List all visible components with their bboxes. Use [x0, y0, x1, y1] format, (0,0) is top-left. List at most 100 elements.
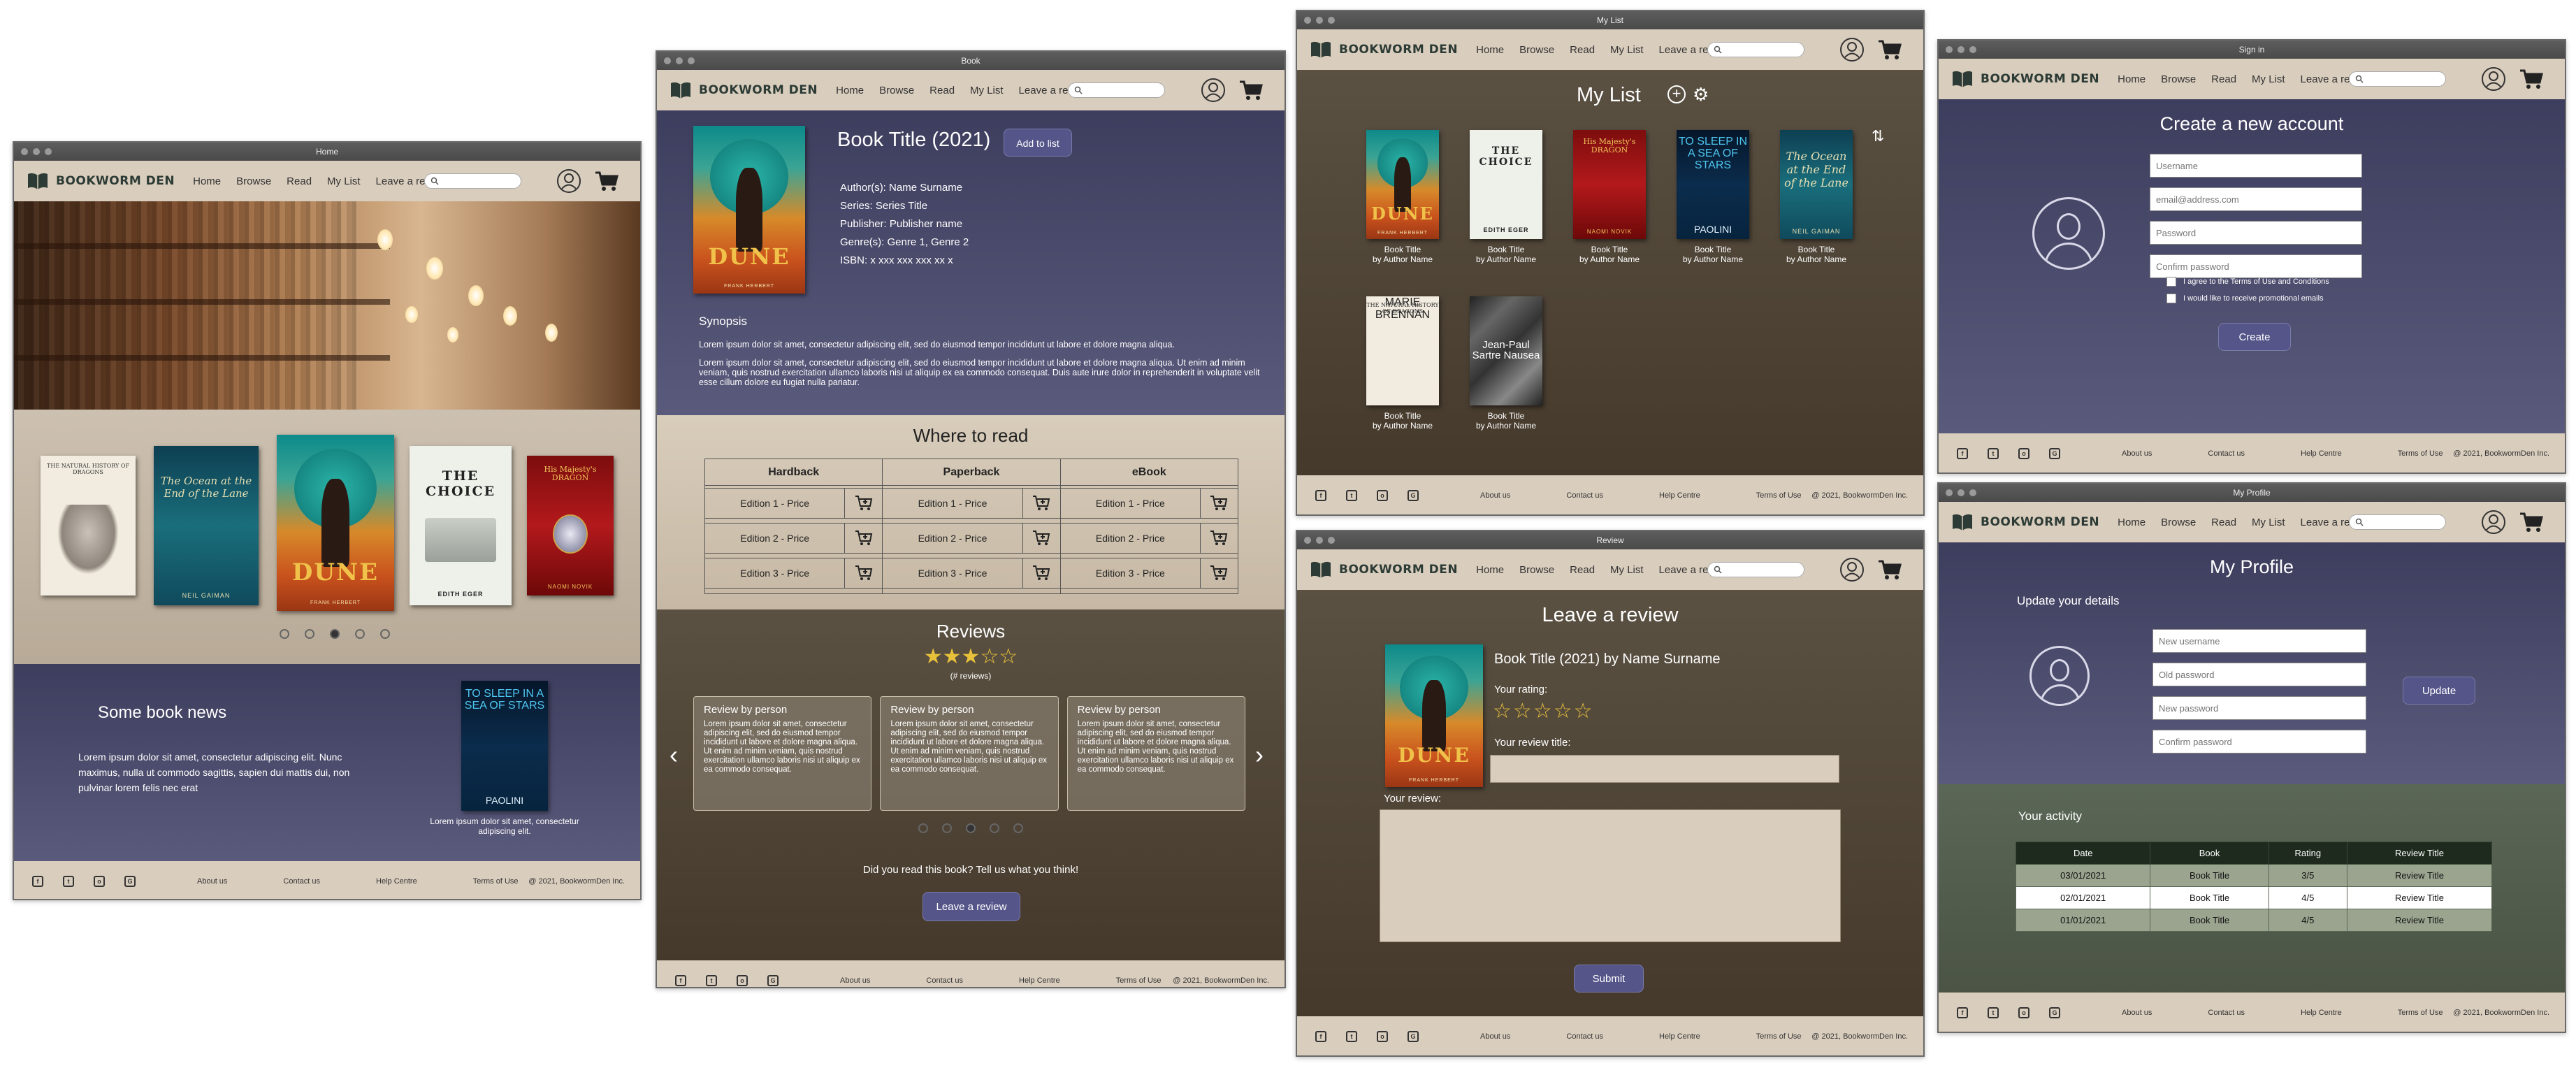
search-input[interactable]	[1707, 42, 1804, 57]
submit-button[interactable]: Submit	[1574, 965, 1644, 993]
mylist-item[interactable]: The Ocean at the End of the Lane NEIL GAI…	[1778, 130, 1855, 264]
cart-icon[interactable]	[1239, 80, 1264, 101]
footer-link-help-centre[interactable]: Help Centre	[2301, 449, 2342, 458]
cart-icon[interactable]	[2519, 512, 2544, 533]
nav-link-browse[interactable]: Browse	[1519, 44, 1554, 56]
carousel-book-4[interactable]: THE CHOICE EDITH EGER	[410, 446, 512, 605]
nav-link-my-list[interactable]: My List	[970, 85, 1004, 96]
table-row[interactable]: 03/01/2021 Book Title 3/5 Review Title	[2015, 864, 2493, 887]
add-to-cart-icon[interactable]	[1199, 524, 1238, 553]
facebook-icon[interactable]: f	[1315, 490, 1326, 501]
footer-link-help-centre[interactable]: Help Centre	[1659, 1032, 1700, 1041]
facebook-icon[interactable]: f	[675, 975, 686, 986]
edition-price[interactable]: Edition 2 - Price	[1061, 524, 1200, 553]
account-icon[interactable]	[556, 168, 581, 194]
instagram-icon[interactable]: o	[2018, 1007, 2029, 1018]
nav-link-my-list[interactable]: My List	[2252, 73, 2285, 85]
add-to-list-button[interactable]: Add to list	[1004, 129, 1072, 157]
footer-link-terms-of-use[interactable]: Terms of Use	[1116, 976, 1162, 985]
google-plus-icon[interactable]: G	[2049, 1007, 2060, 1018]
brand-logo[interactable]: BOOKWORM DEN	[27, 172, 175, 190]
footer-link-about-us[interactable]: About us	[2122, 1009, 2152, 1017]
mylist-item[interactable]: THE CHOICE EDITH EGER Book Title by Author …	[1468, 130, 1544, 264]
nav-link-home[interactable]: Home	[1476, 564, 1504, 576]
footer-link-contact-us[interactable]: Contact us	[926, 976, 963, 985]
review-card[interactable]: Review by person Lorem ipsum dolor sit am…	[880, 696, 1059, 811]
carousel-dot[interactable]	[966, 823, 976, 833]
cart-icon[interactable]	[595, 171, 619, 192]
edition-price[interactable]: Edition 1 - Price	[883, 489, 1022, 518]
footer-link-about-us[interactable]: About us	[197, 877, 227, 886]
footer-link-terms-of-use[interactable]: Terms of Use	[1756, 491, 1802, 500]
reviews-prev-arrow[interactable]: ‹	[670, 741, 683, 769]
nav-link-my-list[interactable]: My List	[1610, 564, 1644, 576]
google-plus-icon[interactable]: G	[767, 975, 779, 986]
add-to-cart-icon[interactable]	[1199, 558, 1238, 588]
reviews-next-arrow[interactable]: ›	[1255, 741, 1269, 769]
add-to-cart-icon[interactable]	[844, 558, 882, 588]
add-to-cart-icon[interactable]	[1199, 489, 1238, 518]
nav-link-read[interactable]: Read	[287, 175, 312, 187]
add-to-cart-icon[interactable]	[1022, 524, 1060, 553]
mylist-item[interactable]: TO SLEEP IN A SEA OF STARS PAOLINI Book Ti…	[1674, 130, 1751, 264]
twitter-icon[interactable]: t	[1346, 1031, 1357, 1042]
nav-link-browse[interactable]: Browse	[2161, 517, 2196, 528]
twitter-icon[interactable]: t	[1988, 1007, 1999, 1018]
footer-link-terms-of-use[interactable]: Terms of Use	[2398, 1009, 2443, 1017]
footer-link-contact-us[interactable]: Contact us	[1566, 491, 1603, 500]
table-row[interactable]: 02/01/2021 Book Title 4/5 Review Title	[2015, 886, 2493, 909]
star-empty-icon[interactable]: ☆	[1533, 699, 1554, 723]
add-list-icon[interactable]: +	[1667, 85, 1686, 103]
instagram-icon[interactable]: o	[1377, 1031, 1388, 1042]
nav-link-home[interactable]: Home	[2118, 517, 2146, 528]
mylist-item[interactable]: His Majesty's DRAGON NAOMI NOVIK Book Titl…	[1571, 130, 1648, 264]
carousel-book-1[interactable]: THE NATURAL HISTORY OF DRAGONS	[41, 456, 136, 596]
carousel-dot[interactable]	[280, 629, 289, 639]
nav-link-my-list[interactable]: My List	[1610, 44, 1644, 56]
cart-icon[interactable]	[1878, 559, 1902, 580]
form-field[interactable]	[2150, 221, 2362, 245]
form-field[interactable]	[2152, 663, 2366, 686]
form-field[interactable]	[2150, 154, 2362, 178]
account-icon[interactable]	[1201, 78, 1226, 103]
nav-link-home[interactable]: Home	[1476, 44, 1504, 56]
search-input[interactable]	[1068, 82, 1166, 98]
carousel-dot[interactable]	[380, 629, 390, 639]
update-button[interactable]: Update	[2403, 677, 2475, 705]
window-titlebar[interactable]: Book	[657, 52, 1285, 70]
instagram-icon[interactable]: o	[1377, 490, 1388, 501]
nav-link-my-list[interactable]: My List	[327, 175, 361, 187]
add-to-cart-icon[interactable]	[1022, 558, 1060, 588]
google-plus-icon[interactable]: G	[124, 876, 136, 887]
cart-icon[interactable]	[1878, 39, 1902, 60]
facebook-icon[interactable]: f	[1957, 448, 1968, 459]
footer-link-help-centre[interactable]: Help Centre	[1019, 976, 1060, 985]
carousel-dot[interactable]	[1013, 823, 1023, 833]
create-account-button[interactable]: Create	[2218, 323, 2291, 351]
review-body-textarea[interactable]	[1380, 809, 1841, 942]
carousel-book-2[interactable]: The Ocean at the End of the Lane NEIL GAI…	[154, 446, 259, 605]
twitter-icon[interactable]: t	[63, 876, 74, 887]
google-plus-icon[interactable]: G	[2049, 448, 2060, 459]
carousel-dot[interactable]	[355, 629, 365, 639]
table-row[interactable]: 01/01/2021 Book Title 4/5 Review Title	[2015, 909, 2493, 932]
nav-link-read[interactable]: Read	[929, 85, 955, 96]
footer-link-about-us[interactable]: About us	[840, 976, 870, 985]
nav-link-browse[interactable]: Browse	[1519, 564, 1554, 576]
terms-checkbox-row[interactable]: I agree to the Terms of Use and Conditio…	[2166, 277, 2329, 287]
add-to-cart-icon[interactable]	[1022, 489, 1060, 518]
add-to-cart-icon[interactable]	[844, 489, 882, 518]
footer-link-help-centre[interactable]: Help Centre	[376, 877, 417, 886]
facebook-icon[interactable]: f	[1315, 1031, 1326, 1042]
account-icon[interactable]	[2481, 66, 2506, 92]
window-titlebar[interactable]: Sign in	[1939, 41, 2565, 59]
carousel-dot[interactable]	[918, 823, 928, 833]
footer-link-contact-us[interactable]: Contact us	[2208, 1009, 2245, 1017]
form-field[interactable]	[2152, 730, 2366, 753]
facebook-icon[interactable]: f	[1957, 1007, 1968, 1018]
search-input[interactable]	[424, 173, 521, 189]
twitter-icon[interactable]: t	[1346, 490, 1357, 501]
star-empty-icon[interactable]: ☆	[1493, 699, 1513, 723]
edition-price[interactable]: Edition 3 - Price	[1061, 558, 1200, 588]
brand-logo[interactable]: BOOKWORM DEN	[1310, 561, 1458, 579]
